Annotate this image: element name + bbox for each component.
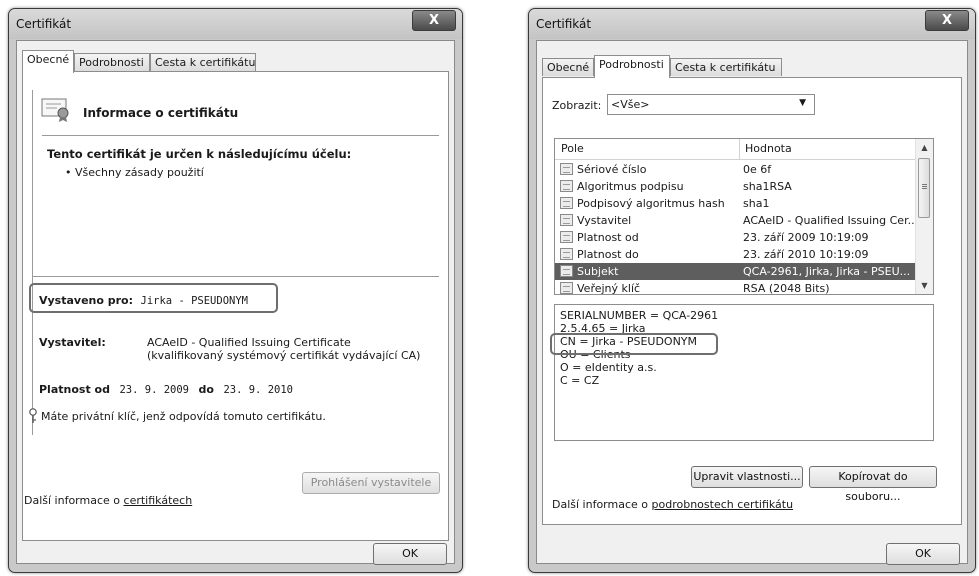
valid-from-label: Platnost od bbox=[39, 383, 110, 396]
detail-line: C = CZ bbox=[560, 374, 600, 387]
certificates-link[interactable]: certifikátech bbox=[124, 494, 193, 507]
table-row[interactable]: Sériové číslo 0e 6f bbox=[555, 161, 916, 178]
field-value: QCA-2961, Jirka, Jirka - PSEU... bbox=[743, 265, 911, 278]
more-info: Další informace o certifikátech bbox=[24, 494, 192, 507]
table-row[interactable]: Algoritmus podpisu sha1RSA bbox=[555, 178, 916, 195]
divider bbox=[33, 276, 439, 277]
certificate-field-icon bbox=[560, 282, 573, 294]
grip-icon bbox=[922, 184, 927, 185]
field-name: Vystavitel bbox=[577, 214, 632, 227]
column-header-value[interactable]: Hodnota bbox=[745, 142, 792, 155]
detail-line: O = eIdentity a.s. bbox=[560, 361, 657, 374]
purpose-item: • Všechny zásady použití bbox=[65, 166, 204, 179]
tab-details[interactable]: Podrobnosti bbox=[594, 55, 670, 78]
private-key-note: Máte privátní klíč, jenž odpovídá tomuto… bbox=[41, 410, 326, 423]
field-value: 23. září 2009 10:19:09 bbox=[743, 231, 869, 244]
certificate-field-icon bbox=[560, 163, 573, 175]
certificate-window-details: Certifikát X Obecné Podrobnosti Cesta k … bbox=[528, 8, 976, 573]
field-name: Podpisový algoritmus hash bbox=[577, 197, 725, 210]
purpose-heading: Tento certifikát je určen k následujícím… bbox=[47, 147, 352, 161]
certificate-field-icon bbox=[560, 214, 573, 226]
more-info-text: Další informace o bbox=[24, 494, 121, 507]
column-header-field[interactable]: Pole bbox=[561, 142, 584, 155]
ok-button[interactable]: OK bbox=[373, 543, 447, 565]
tab-details[interactable]: Podrobnosti bbox=[74, 53, 150, 71]
valid-to-value: 23. 9. 2010 bbox=[223, 384, 293, 396]
tab-certification-path[interactable]: Cesta k certifikátu bbox=[150, 53, 256, 71]
issuer-line: (kvalifikovaný systémový certifikát vydá… bbox=[147, 349, 421, 362]
key-icon bbox=[28, 408, 38, 424]
list-header: Pole Hodnota bbox=[555, 139, 916, 160]
issuer-label: Vystavitel: bbox=[39, 336, 106, 349]
field-value: 0e 6f bbox=[743, 163, 772, 176]
general-panel: Informace o certifikátu Tento certifikát… bbox=[22, 71, 449, 541]
certificate-field-icon bbox=[560, 248, 573, 260]
field-value: sha1RSA bbox=[743, 180, 792, 193]
detail-line: SERIALNUMBER = QCA-2961 bbox=[560, 309, 719, 322]
table-row[interactable]: Platnost do 23. září 2010 10:19:09 bbox=[555, 246, 916, 263]
field-name: Algoritmus podpisu bbox=[577, 180, 684, 193]
details-panel: Zobrazit: <Vše> ▼ Pole Hodnota Sériové č… bbox=[542, 77, 962, 525]
tab-general[interactable]: Obecné bbox=[22, 50, 74, 73]
scroll-down-icon[interactable]: ▼ bbox=[916, 277, 933, 294]
tab-certification-path[interactable]: Cesta k certifikátu bbox=[670, 58, 782, 76]
divider bbox=[42, 135, 439, 136]
certificate-icon bbox=[41, 98, 71, 122]
close-button[interactable]: X bbox=[925, 10, 969, 31]
more-info-text: Další informace o bbox=[552, 498, 649, 511]
window-title: Certifikát bbox=[536, 17, 592, 31]
vertical-scrollbar[interactable]: ▲ ▼ bbox=[915, 139, 933, 294]
tab-general[interactable]: Obecné bbox=[542, 58, 594, 76]
edit-properties-button[interactable]: Upravit vlastnosti... bbox=[691, 466, 803, 488]
table-row[interactable]: Vystavitel ACAeID - Qualified Issuing Cer… bbox=[555, 212, 919, 229]
certificate-window-general: Certifikát X Obecné Podrobnosti Cesta k … bbox=[8, 8, 463, 573]
scroll-thumb[interactable] bbox=[918, 158, 930, 218]
field-name: Veřejný klíč bbox=[577, 282, 641, 295]
field-value: 23. září 2010 10:19:09 bbox=[743, 248, 869, 261]
fields-list[interactable]: Pole Hodnota Sériové číslo 0e 6f Algoritmu… bbox=[554, 138, 934, 295]
title-bar[interactable]: Certifikát X bbox=[9, 9, 462, 39]
issuer-value[interactable]: ACAeID - Qualified Issuing Certificate (… bbox=[147, 336, 420, 362]
show-select-value: <Vše> bbox=[611, 98, 650, 111]
table-row[interactable]: Subjekt QCA-2961, Jirka, Jirka - PSEU... bbox=[555, 263, 916, 280]
field-name: Sériové číslo bbox=[577, 163, 647, 176]
dialog-client: Obecné Podrobnosti Cesta k certifikátu Z… bbox=[536, 40, 968, 565]
table-row[interactable]: Podpisový algoritmus hash sha1 bbox=[555, 195, 916, 212]
certificate-field-icon bbox=[560, 231, 573, 243]
field-name: Subjekt bbox=[577, 265, 619, 278]
table-row[interactable]: Veřejný klíč RSA (2048 Bits) bbox=[555, 280, 916, 295]
copy-to-file-button[interactable]: Kopírovat do souboru... bbox=[809, 466, 937, 503]
column-divider bbox=[739, 139, 740, 159]
validity-row: Platnost od 23. 9. 2009 do 23. 9. 2010 bbox=[39, 383, 293, 396]
ok-button[interactable]: OK bbox=[886, 543, 960, 565]
issuer-statement-button[interactable]: Prohlášení vystavitele bbox=[302, 472, 440, 494]
show-select[interactable]: <Vše> ▼ bbox=[607, 94, 815, 115]
window-title: Certifikát bbox=[16, 17, 72, 31]
info-heading: Informace o certifikátu bbox=[83, 106, 239, 120]
dialog-client: Obecné Podrobnosti Cesta k certifikátu I… bbox=[16, 40, 455, 565]
close-button[interactable]: X bbox=[412, 10, 456, 31]
field-value: sha1 bbox=[743, 197, 770, 210]
certificate-details-link[interactable]: podrobnostech certifikátu bbox=[652, 498, 794, 511]
field-name: Platnost od bbox=[577, 231, 639, 244]
certificate-info-box: Informace o certifikátu Tento certifikát… bbox=[29, 90, 439, 435]
scroll-up-icon[interactable]: ▲ bbox=[916, 139, 933, 156]
certificate-field-icon bbox=[560, 180, 573, 192]
table-row[interactable]: Platnost od 23. září 2009 10:19:09 bbox=[555, 229, 916, 246]
issuer-line: ACAeID - Qualified Issuing Certificate bbox=[147, 336, 351, 349]
chevron-down-icon: ▼ bbox=[799, 98, 806, 108]
valid-from-value: 23. 9. 2009 bbox=[119, 384, 190, 396]
field-detail-box[interactable]: SERIALNUMBER = QCA-2961 2.5.4.65 = Jirka… bbox=[554, 304, 934, 441]
certificate-field-icon bbox=[560, 197, 573, 209]
highlight-frame bbox=[29, 283, 278, 313]
field-name: Platnost do bbox=[577, 248, 639, 261]
highlight-frame bbox=[550, 333, 718, 355]
more-info: Další informace o podrobnostech certifik… bbox=[552, 498, 793, 511]
valid-to-label: do bbox=[198, 383, 214, 396]
title-bar[interactable]: Certifikát X bbox=[529, 9, 975, 39]
show-label: Zobrazit: bbox=[552, 99, 602, 112]
field-value: RSA (2048 Bits) bbox=[743, 282, 830, 295]
certificate-field-icon bbox=[560, 265, 573, 277]
field-value: ACAeID - Qualified Issuing Cer... bbox=[743, 214, 919, 227]
